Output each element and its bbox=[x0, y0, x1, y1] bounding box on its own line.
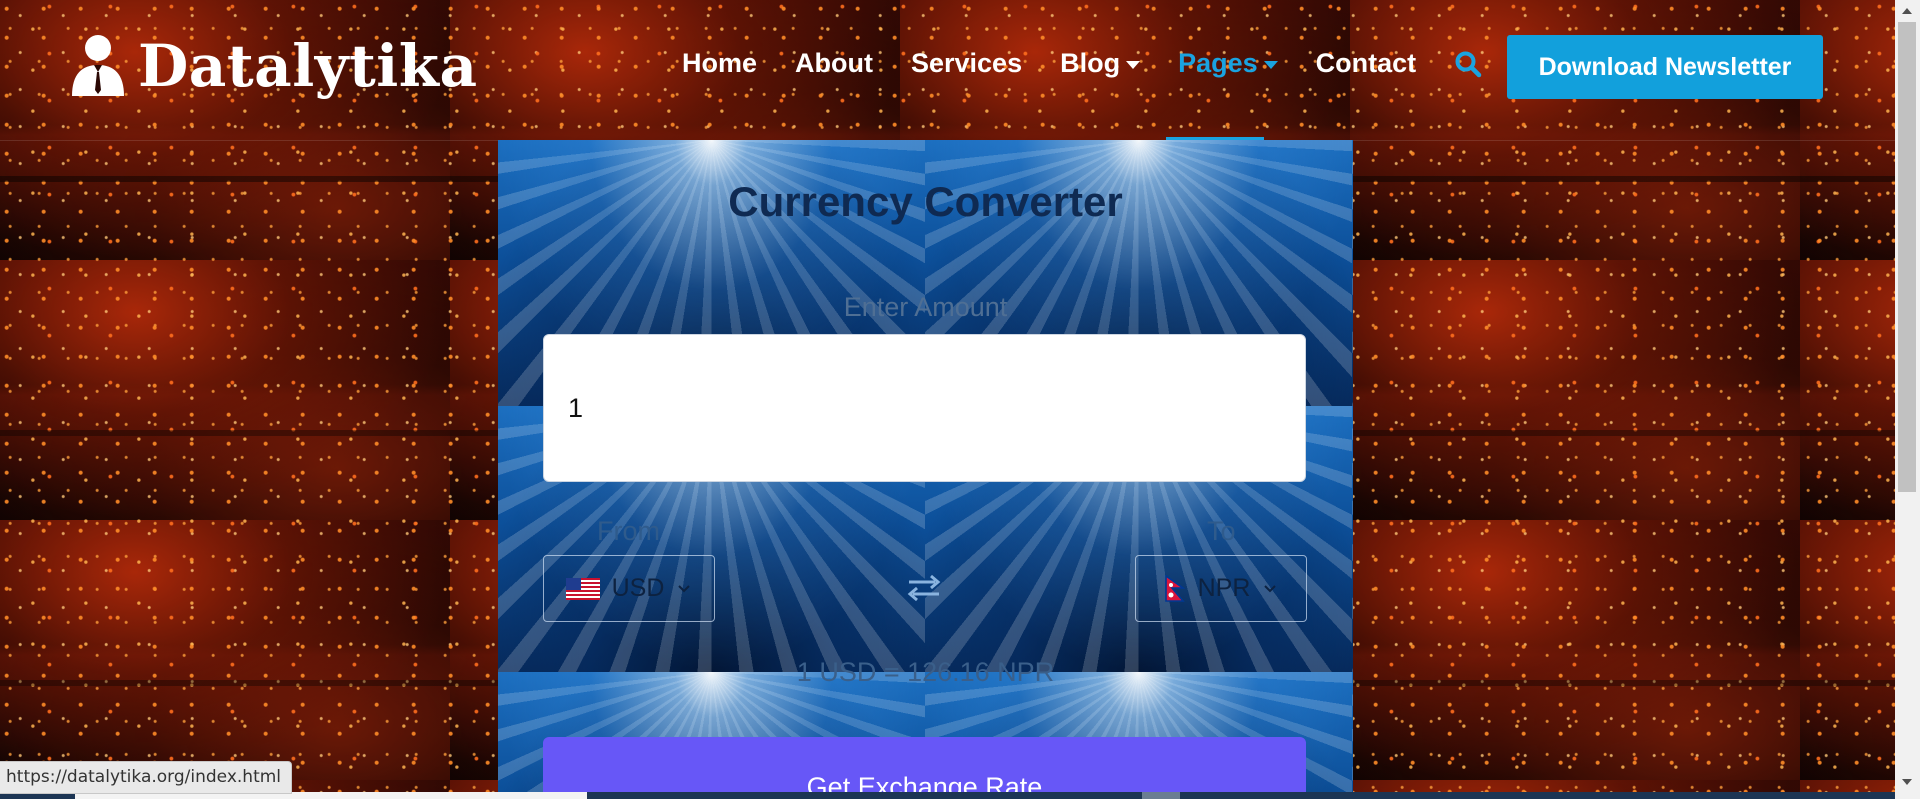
nav-item-label: Pages bbox=[1178, 48, 1258, 78]
amount-label: Enter Amount bbox=[843, 292, 1008, 322]
converter-title: Currency Converter bbox=[728, 178, 1123, 225]
brand-logo[interactable]: Datalytika bbox=[70, 32, 478, 100]
swap-arrows-icon[interactable] bbox=[905, 572, 943, 604]
nav-item-services[interactable]: Services bbox=[911, 48, 1022, 79]
caret-down-icon bbox=[1126, 60, 1141, 69]
nav-item-home[interactable]: Home bbox=[682, 48, 757, 79]
get-exchange-rate-button[interactable]: Get Exchange Rate bbox=[543, 737, 1306, 799]
scroll-thumb[interactable] bbox=[1898, 22, 1916, 492]
user-profile-icon bbox=[72, 35, 124, 96]
to-currency-select[interactable]: NPR bbox=[1135, 555, 1307, 622]
bottom-strip-segment bbox=[1142, 792, 1180, 799]
nav-item-pages[interactable]: Pages bbox=[1178, 48, 1278, 79]
scroll-down-arrow-icon[interactable] bbox=[1902, 779, 1912, 785]
brand-name: Datalytika bbox=[138, 32, 478, 100]
nav-item-blog[interactable]: Blog bbox=[1060, 48, 1141, 79]
chevron-down-icon bbox=[678, 584, 691, 592]
exchange-rate-text: 1 USD = 126.16 NPR bbox=[796, 657, 1055, 687]
from-currency-code: USD bbox=[611, 574, 665, 602]
from-label: From bbox=[597, 516, 660, 546]
page: Datalytika Home About Services Blog Page… bbox=[0, 0, 1920, 799]
nav-item-about[interactable]: About bbox=[795, 48, 873, 79]
scroll-up-arrow-icon[interactable] bbox=[1902, 8, 1912, 14]
to-label: To bbox=[1207, 516, 1236, 546]
nav-item-label: Blog bbox=[1060, 48, 1121, 78]
caret-down-icon bbox=[1263, 60, 1278, 69]
nav-item-label: Home bbox=[682, 48, 758, 78]
search-icon[interactable] bbox=[1454, 50, 1482, 78]
from-currency-select[interactable]: USD bbox=[543, 555, 715, 622]
chevron-down-icon bbox=[1264, 584, 1277, 592]
download-newsletter-button[interactable]: Download Newsletter bbox=[1507, 35, 1823, 99]
us-flag-icon bbox=[565, 577, 600, 600]
nav-item-label: Services bbox=[910, 48, 1023, 78]
to-currency-code: NPR bbox=[1197, 574, 1251, 602]
amount-input[interactable] bbox=[543, 334, 1306, 482]
nepal-flag-icon bbox=[1164, 574, 1186, 602]
currency-converter-card: Currency Converter Enter Amount From To … bbox=[498, 140, 1353, 799]
main-nav: Home About Services Blog Pages Contact bbox=[682, 48, 1482, 79]
nav-item-contact[interactable]: Contact bbox=[1316, 48, 1417, 79]
vertical-scrollbar[interactable] bbox=[1895, 0, 1920, 799]
site-header: Datalytika Home About Services Blog Page… bbox=[0, 0, 1895, 141]
nav-item-label: About bbox=[795, 48, 873, 78]
nav-item-label: Contact bbox=[1315, 48, 1417, 78]
status-url: https://datalytika.org/index.html bbox=[0, 761, 293, 794]
